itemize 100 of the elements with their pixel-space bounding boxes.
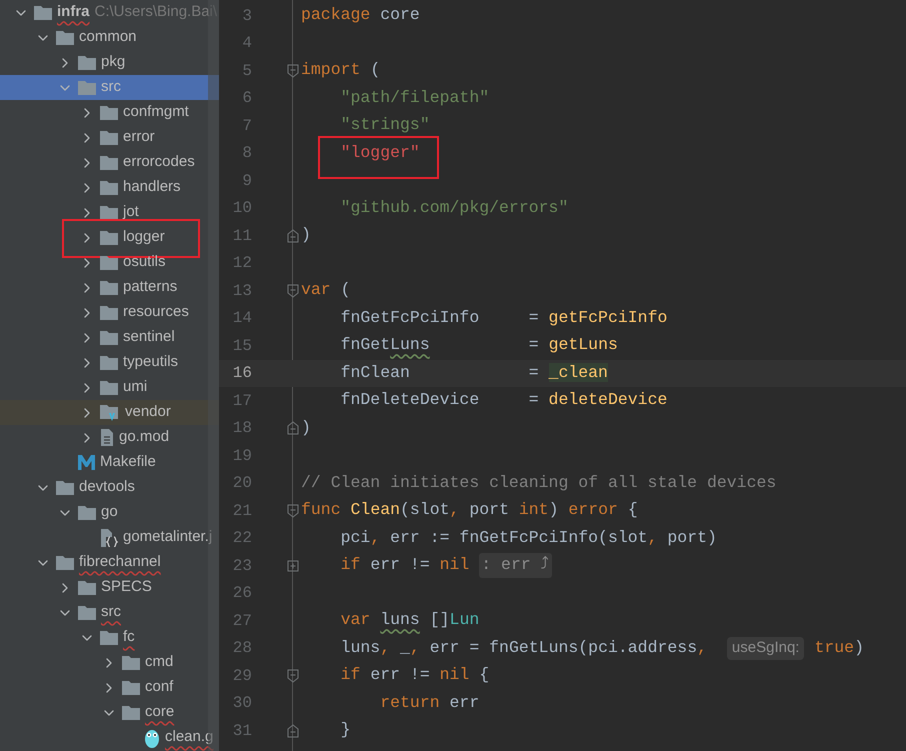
line-number: 28	[232, 638, 252, 660]
line-number: 16	[232, 363, 252, 384]
code-text: "strings"	[340, 114, 430, 136]
code-text: import (	[301, 59, 380, 82]
code-text: )	[301, 224, 311, 246]
tree-item[interactable]: pkg	[0, 50, 219, 75]
folder-icon	[100, 180, 118, 195]
folder-icon	[122, 655, 140, 670]
tree-label: conf	[145, 677, 174, 698]
line-number: 23	[232, 556, 252, 577]
folder-icon	[56, 480, 74, 495]
line-number: 17	[232, 390, 252, 412]
file-icon	[100, 429, 114, 446]
tree-item[interactable]: umi	[0, 375, 219, 400]
tree-item[interactable]: error	[0, 125, 219, 150]
fold-icon[interactable]	[287, 228, 299, 243]
tree-label: logger	[123, 227, 165, 248]
tree-item[interactable]: common	[0, 25, 219, 50]
tree-label: osutils	[123, 252, 166, 272]
tree-item[interactable]: fc	[0, 625, 219, 650]
tree-item[interactable]: patterns	[0, 275, 219, 300]
line-number: 21	[232, 500, 252, 522]
code-text: if err != nil	[340, 554, 470, 576]
fold-icon[interactable]	[287, 504, 299, 518]
tree-item[interactable]: resources	[0, 300, 219, 325]
tree-item[interactable]: osutils	[0, 250, 219, 275]
tree-item[interactable]: cmd	[0, 650, 219, 675]
tree-item[interactable]: go	[0, 500, 219, 525]
line-number: 11	[232, 226, 252, 247]
fold-icon[interactable]	[287, 668, 299, 683]
code-text: fnGetFcPciInfo = getFcPciInfo	[340, 306, 668, 329]
folder-icon	[100, 130, 118, 145]
line-number: 19	[232, 446, 252, 467]
line-number: 10	[232, 198, 252, 220]
fold-icon[interactable]	[287, 284, 299, 298]
line-number: 27	[232, 610, 252, 632]
tree-item[interactable]: gometalinter.j	[0, 525, 219, 550]
code-text: )	[301, 416, 311, 439]
tree-item[interactable]: jot	[0, 200, 219, 225]
tree-item[interactable]: typeutils	[0, 350, 219, 375]
tree-item[interactable]: confmgmt	[0, 100, 219, 125]
tree-label: src	[101, 77, 121, 98]
tree-label: fibrechannel	[79, 552, 161, 572]
tree-item[interactable]: core	[0, 700, 219, 725]
folder-icon	[100, 305, 118, 320]
code-text: var (	[301, 279, 351, 302]
folder-icon	[78, 505, 96, 520]
line-number: 7	[241, 116, 252, 137]
line-number: 22	[232, 528, 252, 550]
line-number: 4	[241, 33, 252, 54]
folder-icon	[100, 630, 118, 645]
tree-label: cmd	[145, 652, 174, 672]
folded-code-hint[interactable]: : err ⤴	[479, 553, 552, 578]
line-number: 8	[241, 143, 252, 164]
tree-label: error	[123, 127, 155, 148]
folder-icon	[100, 280, 118, 295]
line-number: 26	[232, 583, 252, 604]
tree-label: src	[101, 602, 121, 622]
gopher-icon	[144, 728, 160, 748]
line-number: 14	[232, 308, 252, 330]
code-text: package core	[301, 4, 420, 26]
tree-label: sentinel	[123, 327, 175, 348]
folder-icon	[100, 230, 118, 245]
tree-item[interactable]: conf	[0, 675, 219, 700]
tree-label: clean.g	[165, 727, 214, 748]
tree-item[interactable]: infra C:\Users\Bing.Bai\	[0, 0, 219, 25]
expand-icon[interactable]	[287, 560, 299, 572]
tree-item[interactable]: devtools	[0, 475, 219, 500]
line-number: 29	[232, 666, 252, 687]
fold-icon[interactable]	[287, 724, 299, 738]
line-number: 18	[232, 418, 252, 440]
folder-icon	[100, 380, 118, 395]
tree-item[interactable]: go.mod	[0, 425, 219, 450]
tree-item[interactable]: Makefile	[0, 450, 219, 475]
tree-label: go	[101, 502, 118, 522]
tree-item[interactable]: src	[0, 600, 219, 625]
tree-label: core	[145, 702, 174, 722]
tree-label: fc	[123, 627, 135, 648]
tree-label: go.mod	[119, 427, 170, 448]
fold-icon[interactable]	[287, 64, 299, 78]
tree-item[interactable]: SPECS	[0, 575, 219, 600]
tree-item[interactable]: clean.g	[0, 725, 219, 750]
code-text: fnDeleteDevice = deleteDevice	[340, 389, 668, 412]
tree-item[interactable]: errorcodes	[0, 150, 219, 175]
folder-icon	[100, 205, 118, 220]
tree-item[interactable]: logger	[0, 225, 219, 250]
code-text: }	[340, 719, 351, 742]
tree-label: gometalinter.j	[123, 527, 212, 548]
tree-item[interactable]: sentinel	[0, 325, 219, 350]
folder-icon	[100, 255, 118, 270]
folder-icon	[56, 555, 74, 570]
tree-label: resources	[123, 302, 189, 322]
tree-label: umi	[123, 377, 148, 398]
code-text: luns, _, err = fnGetLuns(pci.address,	[340, 636, 708, 659]
folder-icon	[78, 605, 96, 620]
fold-icon[interactable]	[287, 421, 299, 436]
tree-item[interactable]: handlers	[0, 175, 219, 200]
tree-label: handlers	[123, 177, 181, 198]
tree-item[interactable]: fibrechannel	[0, 550, 219, 575]
folder-icon	[78, 80, 96, 95]
